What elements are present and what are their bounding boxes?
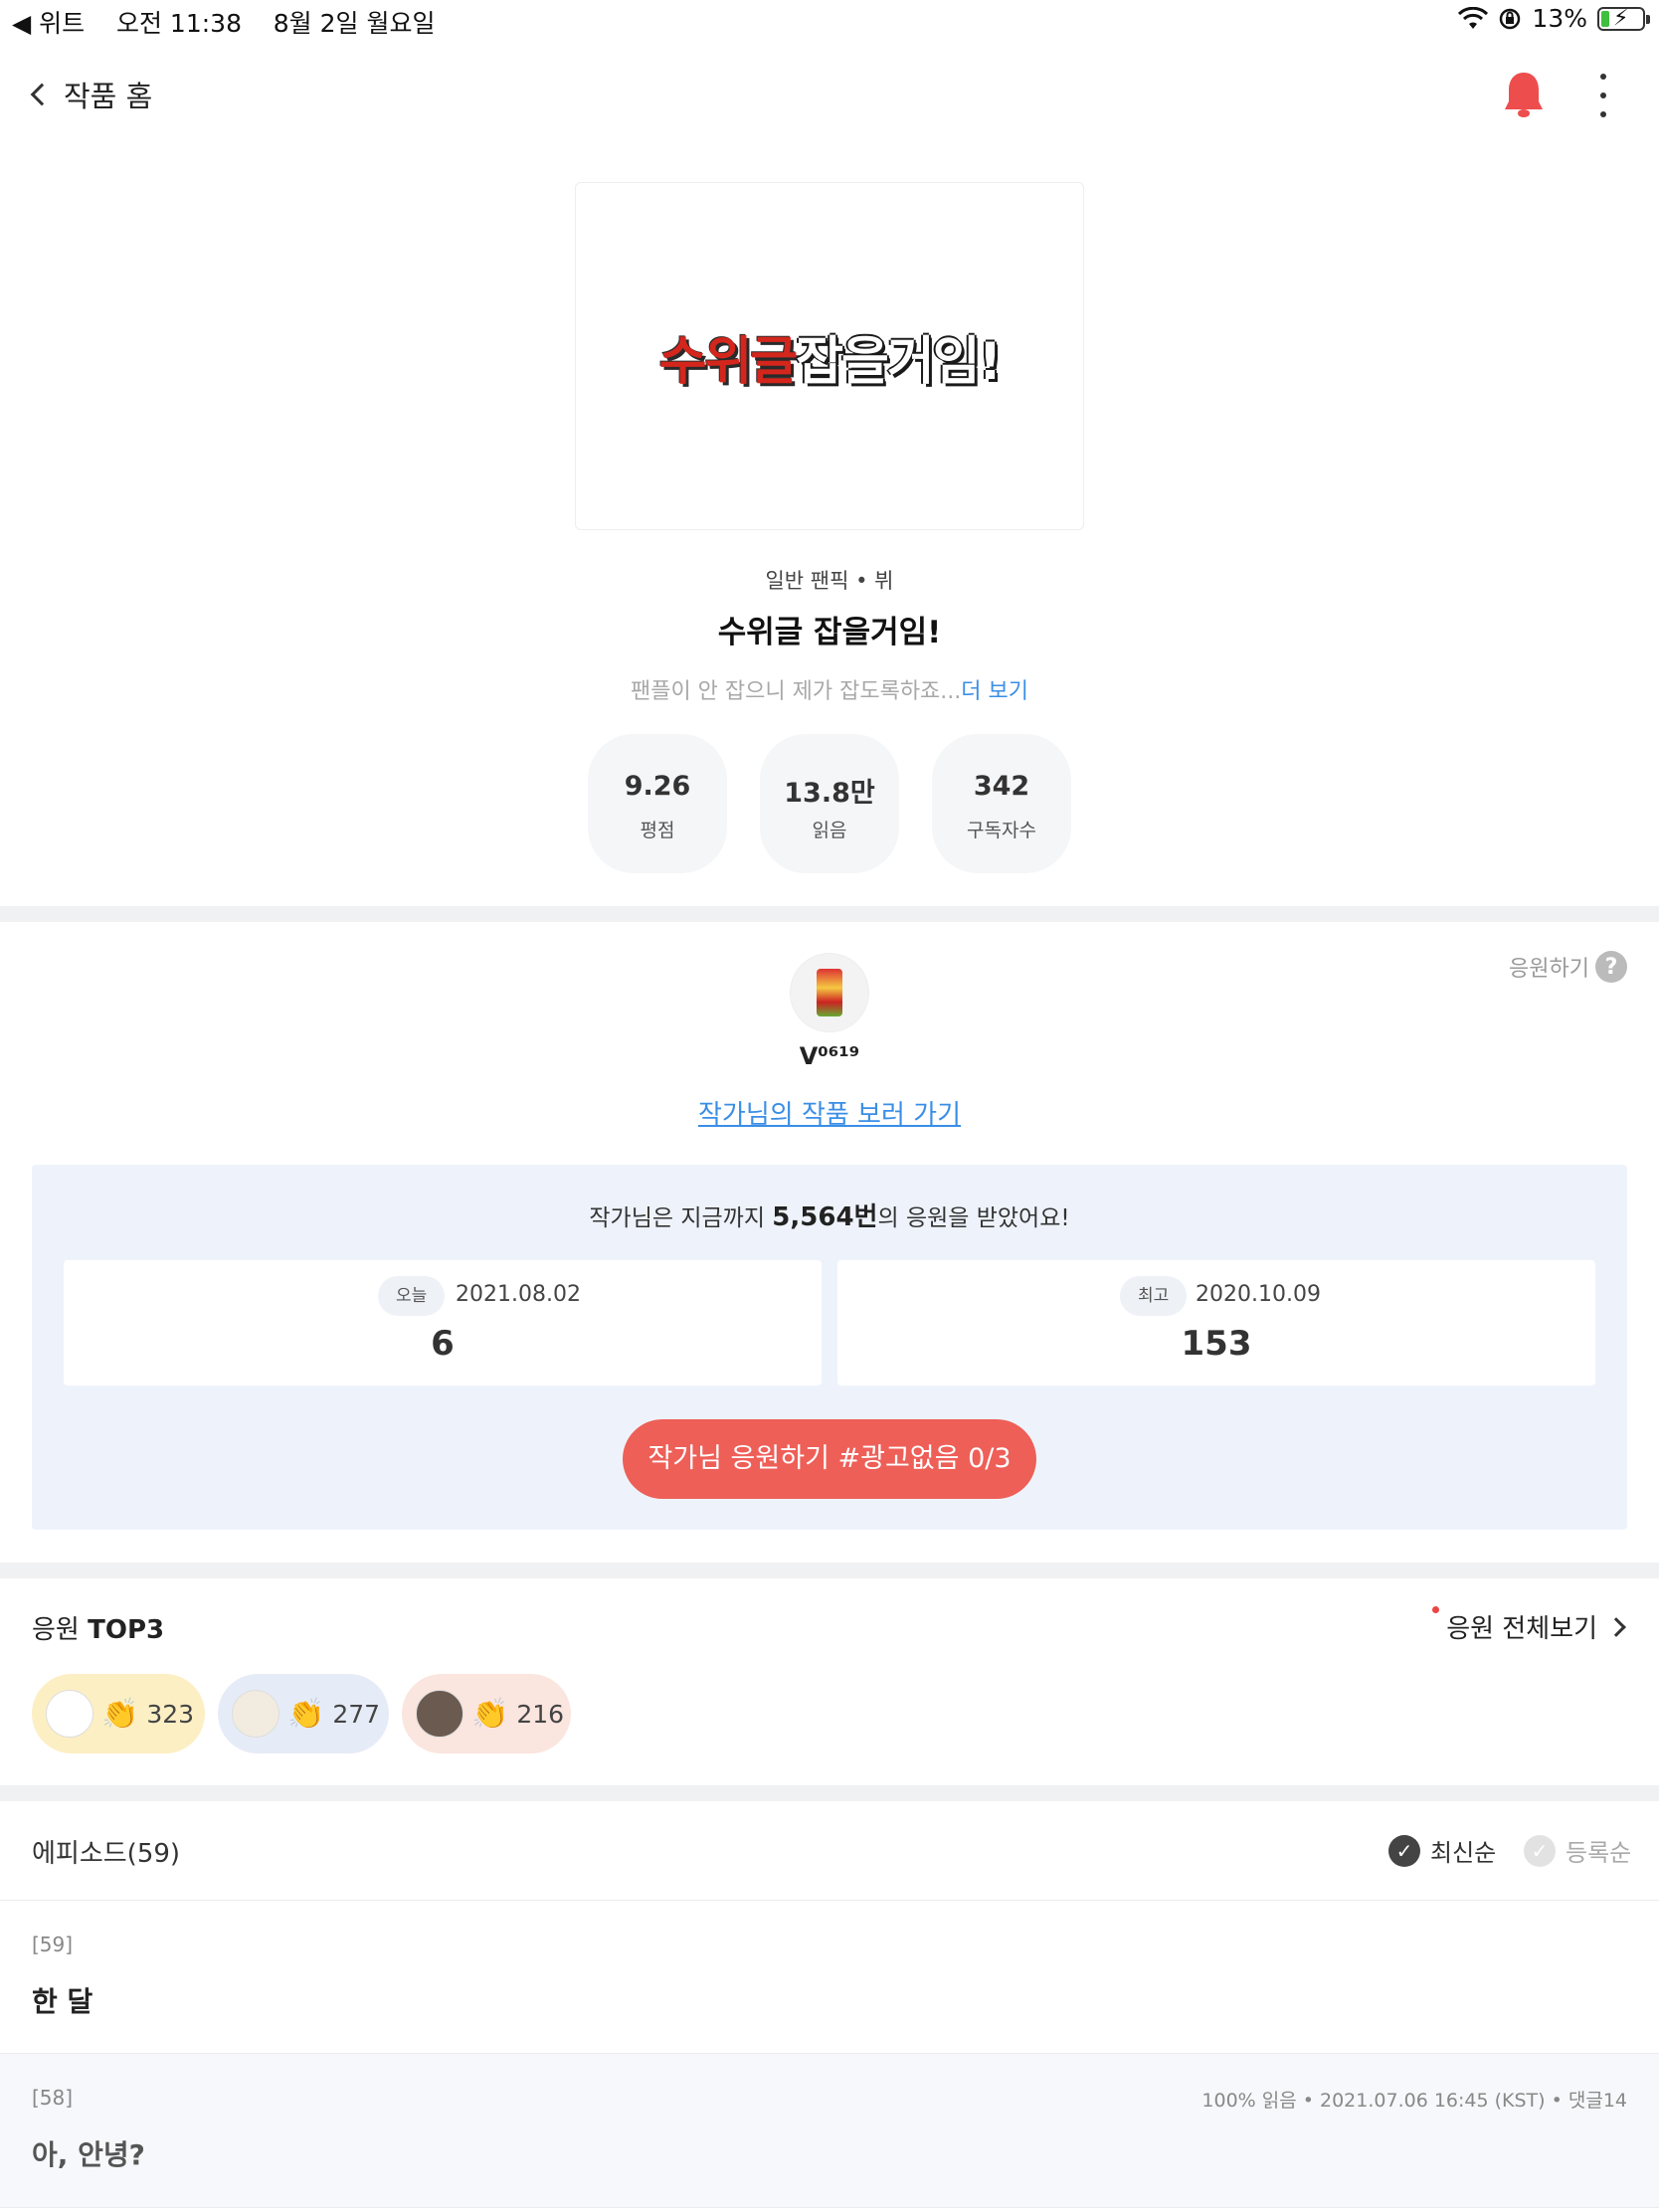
cover-image: 수위글잡을거임! [575,182,1084,530]
work-description: 팬플이 안 잡으니 제가 잡도록하죠...더 보기 [630,679,1029,704]
supporter-pill[interactable]: 👏 323 [32,1674,205,1753]
check-icon: ✓ [1388,1834,1420,1867]
back-button[interactable]: 작품 홈 [30,74,153,115]
chevron-right-icon [1606,1616,1626,1637]
today-date: 2021.08.02 [456,1282,581,1307]
author-name: V⁰⁶¹⁹ [799,1042,860,1070]
sort-registered[interactable]: ✓ 등록순 [1524,1833,1631,1868]
episodes-header: 에피소드(59) [32,1839,181,1869]
episode-row[interactable]: [59] 한 달 [0,1901,1659,2054]
episode-meta: 100% 읽음 • 2021.07.06 16:45 (KST) • 댓글14 [1201,2090,1627,2112]
today-count: 6 [431,1324,455,1364]
avatar [232,1690,279,1738]
cheer-best-card: 최고 2020.10.09 153 [837,1260,1595,1385]
cheer-total-text: 작가님은 지금까지 5,564번의 응원을 받았어요! [589,1202,1070,1232]
cover-title-art: 수위글잡을거임! [658,331,1003,392]
best-badge: 최고 [1120,1276,1188,1316]
section-divider [0,906,1659,922]
section-divider [0,1563,1659,1578]
stat-rating: 9.26 평점 [588,734,727,873]
status-date: 8월 2일 월요일 [273,9,436,38]
orientation-lock-icon [1500,8,1521,29]
status-bar: ◀ 위트 오전 11:38 8월 2일 월요일 13% ⚡ [0,0,1659,40]
battery-percent: 13% [1532,4,1587,33]
episode-title: 한 달 [32,1985,93,2018]
check-icon: ✓ [1524,1834,1556,1867]
episode-number: [59] [32,1933,74,1956]
stat-subscribers: 342 구독자수 [932,734,1071,873]
avatar [416,1690,463,1738]
author-works-link[interactable]: 작가님의 작품 보러 가기 [0,1094,1659,1131]
back-label: 작품 홈 [64,80,153,113]
divider [0,2207,1659,2208]
work-title: 수위글 잡을거임! [717,615,942,650]
cheer-today-card: 오늘 2021.08.02 6 [64,1260,822,1385]
today-badge: 오늘 [378,1276,446,1316]
more-options-icon[interactable] [1591,74,1615,117]
cheer-help-button[interactable]: 응원하기 ? [1509,951,1627,983]
status-right: 13% ⚡ [1458,4,1650,33]
best-date: 2020.10.09 [1196,1282,1321,1307]
status-left: ◀ 위트 오전 11:38 8월 2일 월요일 [12,4,436,40]
episode-row[interactable]: [58] 100% 읽음 • 2021.07.06 16:45 (KST) • … [0,2054,1659,2207]
clap-icon: 👏 [471,1696,509,1732]
wifi-icon [1458,6,1489,29]
clap-icon: 👏 [287,1696,325,1732]
author-avatar[interactable] [790,953,869,1032]
back-to-app[interactable]: ◀ 위트 [12,9,85,38]
stat-views: 13.8만 읽음 [760,734,899,873]
more-link[interactable]: 더 보기 [961,679,1028,704]
supporter-pill[interactable]: 👏 216 [402,1674,571,1753]
top3-title: 응원 TOP3 [32,1615,165,1645]
status-time: 오전 11:38 [115,9,242,38]
avatar [46,1690,93,1738]
best-count: 153 [1181,1324,1252,1364]
clap-icon: 👏 [101,1696,139,1732]
cheer-author-button[interactable]: 작가님 응원하기 #광고없음 0/3 [623,1419,1036,1499]
episode-number: [58] [32,2086,74,2110]
chevron-left-icon [30,83,54,106]
see-all-cheers-button[interactable]: 응원 전체보기 [1432,1606,1626,1645]
work-genre: 일반 팬픽 • 뷔 [765,569,894,593]
supporter-pill[interactable]: 👏 277 [218,1674,389,1753]
question-icon: ? [1595,951,1627,983]
battery-icon: ⚡ [1597,6,1650,31]
bell-icon[interactable] [1502,70,1546,119]
cheer-summary-box: 작가님은 지금까지 5,564번의 응원을 받았어요! 오늘 2021.08.0… [32,1165,1627,1530]
section-divider [0,1785,1659,1801]
sort-latest[interactable]: ✓ 최신순 [1388,1833,1496,1868]
new-dot [1432,1606,1440,1613]
episode-title: 아, 안녕? [32,2138,145,2171]
